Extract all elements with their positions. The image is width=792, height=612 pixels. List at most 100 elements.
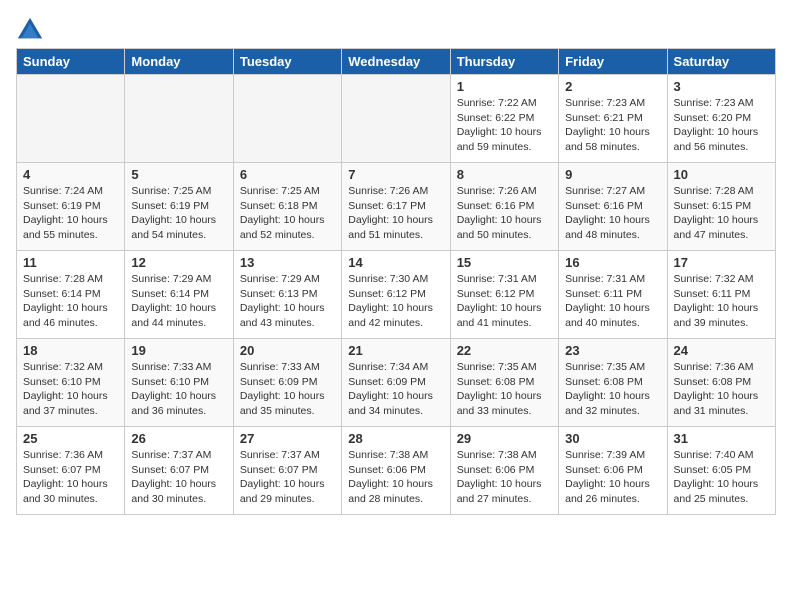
day-number: 29	[457, 431, 552, 446]
day-info: Sunrise: 7:32 AMSunset: 6:10 PMDaylight:…	[23, 360, 118, 419]
day-info: Sunrise: 7:31 AMSunset: 6:12 PMDaylight:…	[457, 272, 552, 331]
day-info: Sunrise: 7:29 AMSunset: 6:14 PMDaylight:…	[131, 272, 226, 331]
day-cell: 30 Sunrise: 7:39 AMSunset: 6:06 PMDayligh…	[559, 427, 667, 515]
day-cell	[125, 75, 233, 163]
day-number: 5	[131, 167, 226, 182]
day-number: 22	[457, 343, 552, 358]
day-info: Sunrise: 7:28 AMSunset: 6:14 PMDaylight:…	[23, 272, 118, 331]
day-number: 20	[240, 343, 335, 358]
day-cell	[233, 75, 341, 163]
day-info: Sunrise: 7:30 AMSunset: 6:12 PMDaylight:…	[348, 272, 443, 331]
header-saturday: Saturday	[667, 49, 775, 75]
day-info: Sunrise: 7:35 AMSunset: 6:08 PMDaylight:…	[457, 360, 552, 419]
day-cell: 23 Sunrise: 7:35 AMSunset: 6:08 PMDayligh…	[559, 339, 667, 427]
day-info: Sunrise: 7:33 AMSunset: 6:10 PMDaylight:…	[131, 360, 226, 419]
day-number: 8	[457, 167, 552, 182]
day-number: 3	[674, 79, 769, 94]
day-cell: 22 Sunrise: 7:35 AMSunset: 6:08 PMDayligh…	[450, 339, 558, 427]
day-info: Sunrise: 7:26 AMSunset: 6:17 PMDaylight:…	[348, 184, 443, 243]
day-cell: 8Sunrise: 7:26 AMSunset: 6:16 PMDaylight…	[450, 163, 558, 251]
day-number: 14	[348, 255, 443, 270]
day-cell: 25 Sunrise: 7:36 AMSunset: 6:07 PMDayligh…	[17, 427, 125, 515]
header-sunday: Sunday	[17, 49, 125, 75]
day-number: 7	[348, 167, 443, 182]
header-thursday: Thursday	[450, 49, 558, 75]
day-cell: 1Sunrise: 7:22 AMSunset: 6:22 PMDaylight…	[450, 75, 558, 163]
page-header	[16, 16, 776, 44]
day-cell: 21 Sunrise: 7:34 AMSunset: 6:09 PMDayligh…	[342, 339, 450, 427]
day-cell: 18 Sunrise: 7:32 AMSunset: 6:10 PMDayligh…	[17, 339, 125, 427]
day-cell: 4 Sunrise: 7:24 AMSunset: 6:19 PMDaylight…	[17, 163, 125, 251]
week-row-2: 4 Sunrise: 7:24 AMSunset: 6:19 PMDaylight…	[17, 163, 776, 251]
day-info: Sunrise: 7:29 AMSunset: 6:13 PMDaylight:…	[240, 272, 335, 331]
day-number: 6	[240, 167, 335, 182]
day-number: 18	[23, 343, 118, 358]
day-number: 28	[348, 431, 443, 446]
header-tuesday: Tuesday	[233, 49, 341, 75]
day-cell: 17 Sunrise: 7:32 AMSunset: 6:11 PMDayligh…	[667, 251, 775, 339]
day-cell: 7 Sunrise: 7:26 AMSunset: 6:17 PMDaylight…	[342, 163, 450, 251]
day-cell: 31 Sunrise: 7:40 AMSunset: 6:05 PMDayligh…	[667, 427, 775, 515]
day-info: Sunrise: 7:25 AMSunset: 6:19 PMDaylight:…	[131, 184, 226, 243]
header-monday: Monday	[125, 49, 233, 75]
day-cell: 24Sunrise: 7:36 AMSunset: 6:08 PMDayligh…	[667, 339, 775, 427]
day-cell	[342, 75, 450, 163]
day-number: 23	[565, 343, 660, 358]
day-cell: 12 Sunrise: 7:29 AMSunset: 6:14 PMDayligh…	[125, 251, 233, 339]
day-cell: 20 Sunrise: 7:33 AMSunset: 6:09 PMDayligh…	[233, 339, 341, 427]
day-number: 25	[23, 431, 118, 446]
logo-icon	[16, 16, 44, 44]
calendar-table: SundayMondayTuesdayWednesdayThursdayFrid…	[16, 48, 776, 515]
day-number: 19	[131, 343, 226, 358]
day-info: Sunrise: 7:36 AMSunset: 6:07 PMDaylight:…	[23, 448, 118, 507]
day-cell	[17, 75, 125, 163]
week-row-1: 1Sunrise: 7:22 AMSunset: 6:22 PMDaylight…	[17, 75, 776, 163]
day-cell: 13 Sunrise: 7:29 AMSunset: 6:13 PMDayligh…	[233, 251, 341, 339]
day-number: 15	[457, 255, 552, 270]
day-info: Sunrise: 7:24 AMSunset: 6:19 PMDaylight:…	[23, 184, 118, 243]
day-info: Sunrise: 7:31 AMSunset: 6:11 PMDaylight:…	[565, 272, 660, 331]
day-info: Sunrise: 7:36 AMSunset: 6:08 PMDaylight:…	[674, 360, 769, 419]
day-info: Sunrise: 7:22 AMSunset: 6:22 PMDaylight:…	[457, 96, 552, 155]
day-number: 26	[131, 431, 226, 446]
day-cell: 2Sunrise: 7:23 AMSunset: 6:21 PMDaylight…	[559, 75, 667, 163]
day-number: 4	[23, 167, 118, 182]
day-number: 30	[565, 431, 660, 446]
day-info: Sunrise: 7:23 AMSunset: 6:20 PMDaylight:…	[674, 96, 769, 155]
day-cell: 14 Sunrise: 7:30 AMSunset: 6:12 PMDayligh…	[342, 251, 450, 339]
day-info: Sunrise: 7:38 AMSunset: 6:06 PMDaylight:…	[457, 448, 552, 507]
week-row-5: 25 Sunrise: 7:36 AMSunset: 6:07 PMDayligh…	[17, 427, 776, 515]
day-cell: 5 Sunrise: 7:25 AMSunset: 6:19 PMDaylight…	[125, 163, 233, 251]
day-number: 16	[565, 255, 660, 270]
day-cell: 11Sunrise: 7:28 AMSunset: 6:14 PMDayligh…	[17, 251, 125, 339]
day-info: Sunrise: 7:38 AMSunset: 6:06 PMDaylight:…	[348, 448, 443, 507]
day-cell: 28 Sunrise: 7:38 AMSunset: 6:06 PMDayligh…	[342, 427, 450, 515]
day-cell: 6Sunrise: 7:25 AMSunset: 6:18 PMDaylight…	[233, 163, 341, 251]
day-cell: 10Sunrise: 7:28 AMSunset: 6:15 PMDayligh…	[667, 163, 775, 251]
logo	[16, 16, 48, 44]
day-number: 10	[674, 167, 769, 182]
day-info: Sunrise: 7:32 AMSunset: 6:11 PMDaylight:…	[674, 272, 769, 331]
day-cell: 19 Sunrise: 7:33 AMSunset: 6:10 PMDayligh…	[125, 339, 233, 427]
week-row-4: 18 Sunrise: 7:32 AMSunset: 6:10 PMDayligh…	[17, 339, 776, 427]
day-info: Sunrise: 7:37 AMSunset: 6:07 PMDaylight:…	[240, 448, 335, 507]
day-info: Sunrise: 7:40 AMSunset: 6:05 PMDaylight:…	[674, 448, 769, 507]
day-info: Sunrise: 7:33 AMSunset: 6:09 PMDaylight:…	[240, 360, 335, 419]
day-cell: 15 Sunrise: 7:31 AMSunset: 6:12 PMDayligh…	[450, 251, 558, 339]
header-wednesday: Wednesday	[342, 49, 450, 75]
day-info: Sunrise: 7:35 AMSunset: 6:08 PMDaylight:…	[565, 360, 660, 419]
day-cell: 26 Sunrise: 7:37 AMSunset: 6:07 PMDayligh…	[125, 427, 233, 515]
day-number: 17	[674, 255, 769, 270]
day-number: 31	[674, 431, 769, 446]
day-number: 2	[565, 79, 660, 94]
day-number: 13	[240, 255, 335, 270]
day-cell: 9Sunrise: 7:27 AMSunset: 6:16 PMDaylight…	[559, 163, 667, 251]
day-info: Sunrise: 7:39 AMSunset: 6:06 PMDaylight:…	[565, 448, 660, 507]
day-cell: 3 Sunrise: 7:23 AMSunset: 6:20 PMDaylight…	[667, 75, 775, 163]
day-number: 12	[131, 255, 226, 270]
day-info: Sunrise: 7:34 AMSunset: 6:09 PMDaylight:…	[348, 360, 443, 419]
day-info: Sunrise: 7:37 AMSunset: 6:07 PMDaylight:…	[131, 448, 226, 507]
header-row: SundayMondayTuesdayWednesdayThursdayFrid…	[17, 49, 776, 75]
day-number: 21	[348, 343, 443, 358]
week-row-3: 11Sunrise: 7:28 AMSunset: 6:14 PMDayligh…	[17, 251, 776, 339]
